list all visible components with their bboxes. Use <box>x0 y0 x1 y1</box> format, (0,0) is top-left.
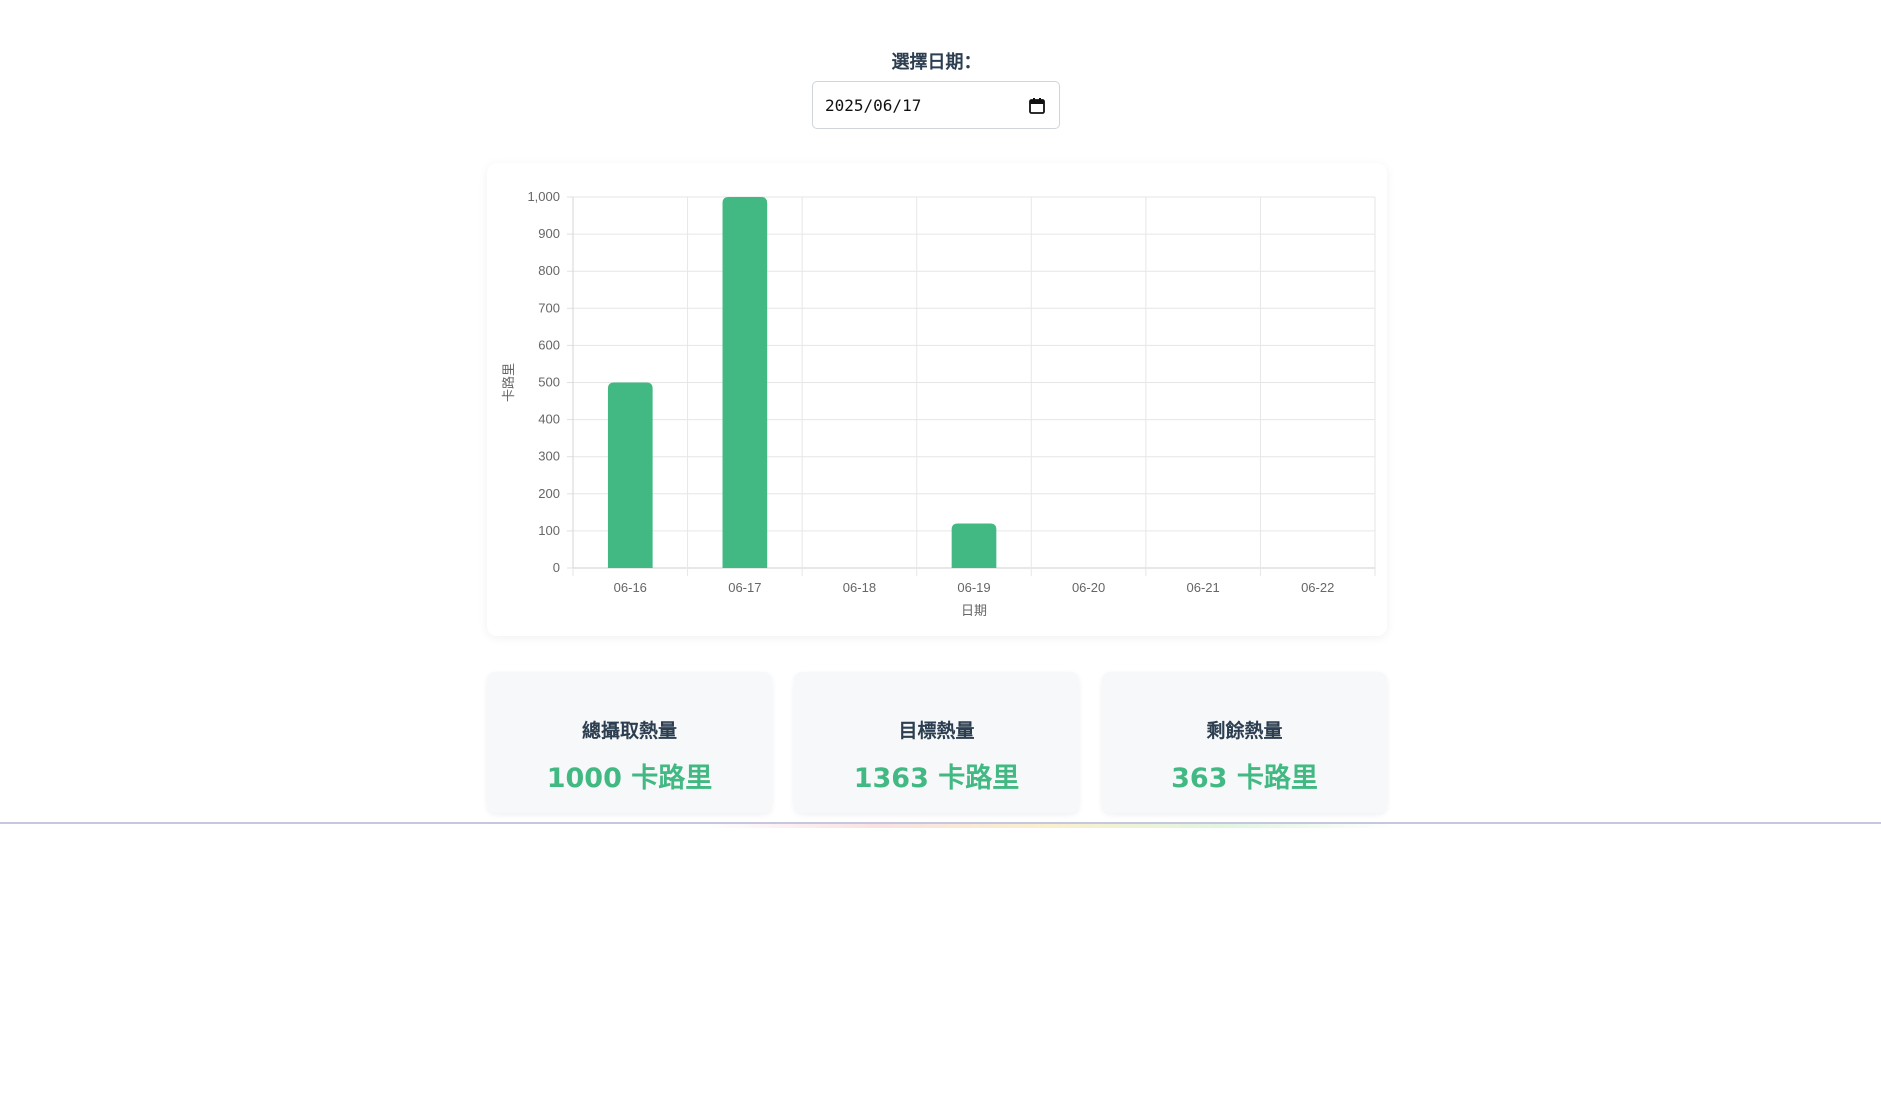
y-tick-label: 1,000 <box>527 189 560 204</box>
x-tick-label: 06-22 <box>1301 580 1334 595</box>
date-input-value: 2025/06/17 <box>825 96 922 115</box>
y-tick-label: 600 <box>538 337 560 352</box>
y-tick-label: 100 <box>538 523 560 538</box>
x-tick-label: 06-16 <box>614 580 647 595</box>
total-intake-card: 總攝取熱量 1000 卡路里 <box>487 672 772 813</box>
y-tick-label: 700 <box>538 300 560 315</box>
y-tick-label: 300 <box>538 449 560 464</box>
target-calories-value: 1363 卡路里 <box>853 763 1020 794</box>
x-tick-label: 06-17 <box>728 580 761 595</box>
remaining-calories-card: 剩餘熱量 363 卡路里 <box>1102 672 1387 813</box>
bar-06-19 <box>951 523 997 568</box>
calorie-bar-chart: 0 100 200 300 400 500 600 700 800 900 1,000 06-16 06… <box>501 189 1376 619</box>
y-tick-label: 400 <box>538 412 560 427</box>
divider-glow <box>700 824 1400 828</box>
remaining-calories-value: 363 卡路里 <box>1171 763 1318 794</box>
y-tick-label: 800 <box>538 263 560 278</box>
bar-06-16 <box>607 382 653 568</box>
target-calories-label: 目標熱量 <box>898 720 975 742</box>
y-axis-title: 卡路里 <box>501 363 517 402</box>
date-picker-label: 選擇日期： <box>891 52 982 73</box>
y-tick-label: 0 <box>553 560 560 575</box>
calendar-icon[interactable] <box>1028 97 1046 115</box>
y-tick-label: 900 <box>538 226 560 241</box>
date-input[interactable]: 2025/06/17 <box>812 81 1060 129</box>
bar-06-17 <box>722 197 768 568</box>
y-tick-label: 500 <box>538 375 560 390</box>
target-calories-card: 目標熱量 1363 卡路里 <box>794 672 1079 813</box>
total-intake-value: 1000 卡路里 <box>546 763 713 794</box>
x-tick-label: 06-18 <box>843 580 876 595</box>
page: 選擇日期： 2025/06/17 0 100 200 300 400 500 600 700 8… <box>0 0 1881 1098</box>
calorie-chart-card: 0 100 200 300 400 500 600 700 800 900 1,000 06-16 06… <box>487 163 1387 636</box>
x-axis-title: 日期 <box>961 604 987 619</box>
x-tick-label: 06-21 <box>1187 580 1220 595</box>
x-tick-label: 06-20 <box>1072 580 1105 595</box>
y-tick-label: 200 <box>538 486 560 501</box>
total-intake-label: 總攝取熱量 <box>581 720 677 742</box>
remaining-calories-label: 剩餘熱量 <box>1206 720 1283 742</box>
x-tick-label: 06-19 <box>957 580 990 595</box>
